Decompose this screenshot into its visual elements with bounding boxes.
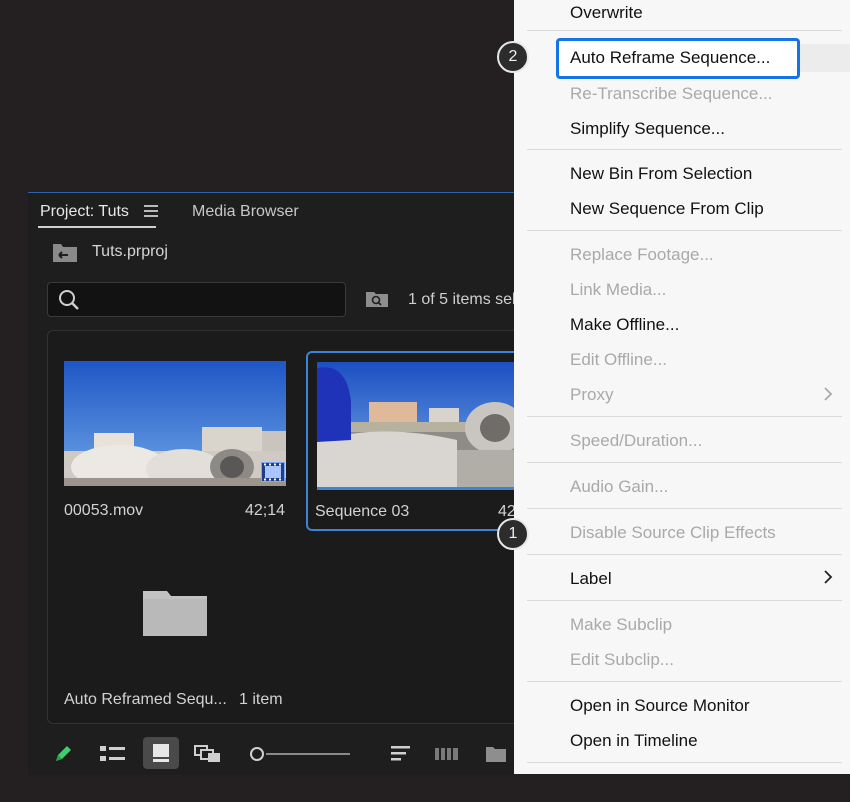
- menu-item-simplify-sequence[interactable]: Simplify Sequence...: [570, 119, 725, 139]
- icon-view-button[interactable]: [143, 737, 179, 769]
- sequence-progress-bar: [317, 487, 515, 490]
- step-badge-2: 2: [497, 41, 529, 73]
- project-panel: Project: Tuts Media Browser Tuts.prproj …: [28, 192, 516, 775]
- bin-item-count: 1 item: [239, 691, 283, 708]
- menu-item-edit-offline[interactable]: Edit Offline...: [570, 350, 667, 370]
- bin-item-name[interactable]: Auto Reframed Sequ...: [64, 691, 227, 709]
- menu-item-proxy[interactable]: Proxy: [570, 385, 613, 405]
- items-selected-count: 1 of 5 items sel: [408, 291, 516, 308]
- menu-item-audio-gain[interactable]: Audio Gain...: [570, 477, 668, 497]
- menu-separator: [527, 416, 842, 417]
- zoom-slider-track[interactable]: [266, 753, 350, 755]
- menu-item-replace-footage[interactable]: Replace Footage...: [570, 245, 714, 265]
- menu-item-link-media[interactable]: Link Media...: [570, 280, 666, 300]
- menu-item-auto-reframe-sequence[interactable]: Auto Reframe Sequence...: [570, 48, 770, 68]
- menu-separator: [527, 30, 842, 31]
- menu-separator: [527, 462, 842, 463]
- menu-item-edit-subclip[interactable]: Edit Subclip...: [570, 650, 674, 670]
- bin-up-icon[interactable]: [52, 241, 78, 263]
- search-icon: [59, 290, 79, 310]
- menu-separator: [527, 681, 842, 682]
- menu-separator: [527, 554, 842, 555]
- menu-separator: [527, 600, 842, 601]
- zoom-slider-handle[interactable]: [250, 747, 264, 761]
- active-tab-indicator: [38, 226, 156, 228]
- clip-duration: 42;14: [245, 502, 286, 519]
- clip-thumbnail: [317, 362, 515, 487]
- film-icon: [261, 462, 285, 482]
- panel-toolbar: [28, 731, 514, 775]
- menu-item-open-in-source-monitor[interactable]: Open in Source Monitor: [570, 696, 750, 716]
- icon-view-icon: [153, 744, 169, 762]
- menu-item-new-sequence-from-clip[interactable]: New Sequence From Clip: [570, 199, 764, 219]
- menu-item-label[interactable]: Label: [570, 569, 612, 589]
- menu-separator: [527, 230, 842, 231]
- menu-separator: [527, 508, 842, 509]
- menu-item-speed-duration[interactable]: Speed/Duration...: [570, 431, 702, 451]
- tab-project[interactable]: Project: Tuts: [40, 203, 129, 221]
- menu-icon[interactable]: [144, 205, 158, 217]
- step-badge-1: 1: [497, 518, 529, 550]
- menu-item-make-subclip[interactable]: Make Subclip: [570, 615, 672, 635]
- automate-icon[interactable]: [435, 745, 459, 763]
- menu-separator: [527, 762, 842, 763]
- folder-icon[interactable]: [142, 587, 208, 637]
- bin-path: Tuts.prproj: [92, 243, 168, 260]
- menu-item-make-offline[interactable]: Make Offline...: [570, 315, 679, 335]
- clip-thumbnail: [64, 361, 286, 486]
- menu-separator: [527, 149, 842, 150]
- chevron-right-icon: [824, 570, 833, 584]
- clip-name: 00053.mov: [64, 502, 144, 519]
- context-menu: Overwrite Auto Reframe Sequence... Re-Tr…: [514, 0, 850, 774]
- clip-name: Sequence 03: [315, 503, 410, 520]
- chevron-right-icon: [824, 387, 833, 401]
- clip-card-sequence-03[interactable]: Sequence 03 42: [306, 351, 515, 531]
- menu-item-overwrite[interactable]: Overwrite: [570, 3, 643, 23]
- search-input[interactable]: [47, 282, 346, 317]
- new-bin-icon[interactable]: [485, 745, 507, 763]
- sort-icon[interactable]: [391, 745, 411, 763]
- list-view-icon[interactable]: [100, 745, 126, 763]
- pencil-icon[interactable]: [52, 743, 74, 765]
- find-icon[interactable]: [365, 290, 389, 308]
- project-items-grid: 00053.mov 42;14 Sequence 03 42 Auto Refr…: [47, 330, 515, 724]
- menu-item-re-transcribe-sequence[interactable]: Re-Transcribe Sequence...: [570, 84, 773, 104]
- menu-item-new-bin-from-selection[interactable]: New Bin From Selection: [570, 164, 752, 184]
- freeform-view-icon[interactable]: [194, 745, 222, 763]
- tab-media-browser[interactable]: Media Browser: [192, 203, 299, 221]
- menu-item-disable-source-clip-effects[interactable]: Disable Source Clip Effects: [570, 523, 776, 543]
- menu-item-open-in-timeline[interactable]: Open in Timeline: [570, 731, 698, 751]
